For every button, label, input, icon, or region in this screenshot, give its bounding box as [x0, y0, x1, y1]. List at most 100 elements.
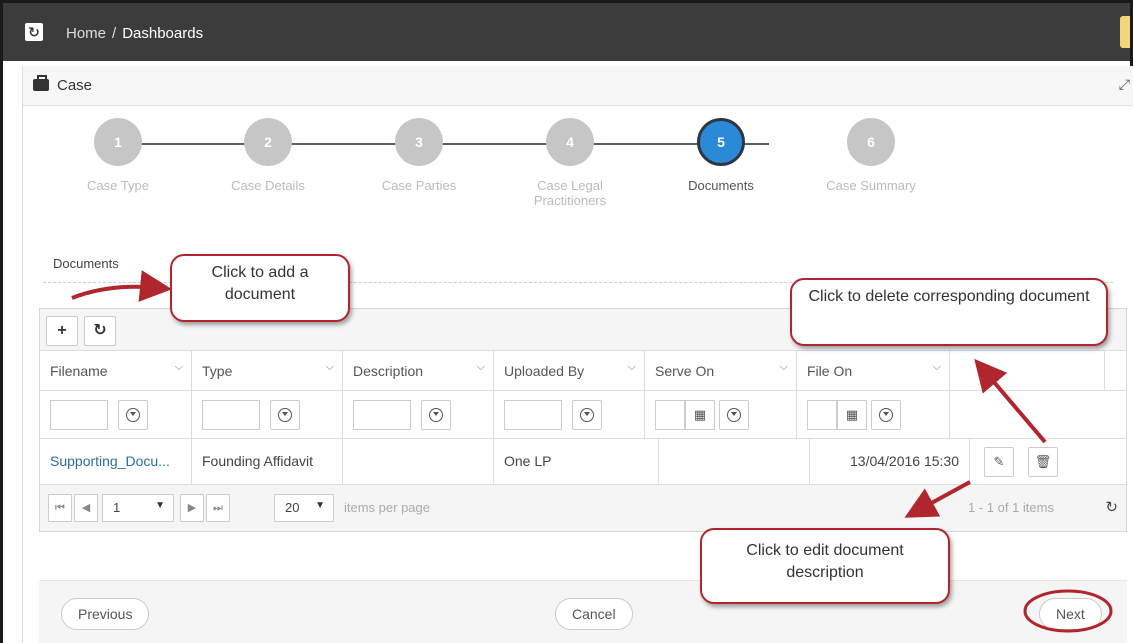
column-header-serve-on[interactable]: Serve On ⌵ — [645, 351, 797, 391]
chevron-down-icon[interactable]: ⌵ — [933, 361, 941, 374]
callout-text: Click to add a document — [211, 264, 309, 303]
step-label: Case Details — [231, 178, 305, 193]
column-header-label: Description — [353, 363, 424, 379]
column-header-label: Uploaded By — [504, 363, 585, 379]
cancel-button[interactable]: Cancel — [555, 598, 633, 630]
step-label: Case Legal Practitioners — [533, 178, 607, 208]
step-3[interactable]: 3 Case Parties — [344, 118, 494, 193]
next-page-icon[interactable]: ▶ — [180, 494, 204, 522]
serve-on-filter-input[interactable] — [655, 400, 685, 430]
description-filter-input[interactable] — [353, 400, 411, 430]
first-page-icon[interactable]: ⏮ — [48, 494, 72, 522]
filter-button[interactable] — [270, 400, 300, 430]
panel-header: Case ⤢ — [23, 66, 1133, 106]
column-header-label: File On — [807, 363, 853, 379]
filter-icon — [126, 408, 140, 422]
column-header-actions — [950, 351, 1105, 391]
filter-cell: ▦ — [797, 391, 950, 439]
step-1[interactable]: 1 Case Type — [43, 118, 193, 193]
table-row[interactable]: Supporting_Docu... Founding Affidavit On… — [40, 439, 1126, 485]
filter-button[interactable] — [118, 400, 148, 430]
edit-document-callout: Click to edit document description — [700, 528, 950, 604]
expand-icon[interactable]: ⤢ — [1119, 76, 1130, 93]
step-2[interactable]: 2 Case Details — [193, 118, 343, 193]
step-label: Case Summary — [826, 178, 916, 193]
filter-button[interactable] — [719, 400, 749, 430]
filter-cell — [192, 391, 343, 439]
file-on-filter-input[interactable] — [807, 400, 837, 430]
column-header-filename[interactable]: Filename ⌵ — [40, 351, 192, 391]
panel-title: Case — [57, 77, 93, 94]
step-number: 6 — [847, 118, 895, 166]
chevron-down-icon[interactable]: ⌵ — [780, 361, 788, 374]
step-4[interactable]: 4 Case Legal Practitioners — [495, 118, 645, 208]
trash-icon[interactable]: 🗑 — [1028, 447, 1058, 477]
column-header-file-on[interactable]: File On ⌵ — [797, 351, 950, 391]
filename-filter-input[interactable] — [50, 400, 108, 430]
chevron-down-icon[interactable]: ⌵ — [326, 361, 334, 374]
next-button[interactable]: Next — [1039, 598, 1102, 630]
type-cell: Founding Affidavit — [192, 439, 343, 485]
chevron-down-icon[interactable]: ⌵ — [628, 361, 636, 374]
add-document-callout: Click to add a document — [170, 254, 350, 322]
prev-page-icon[interactable]: ◀ — [74, 494, 98, 522]
uploaded-by-cell: One LP — [494, 439, 659, 485]
breadcrumb-separator: / — [112, 25, 117, 42]
delete-document-callout: Click to delete corresponding document — [790, 278, 1108, 346]
step-number: 1 — [94, 118, 142, 166]
callout-text: Click to edit document description — [746, 542, 904, 581]
refresh-grid-button[interactable]: ↻ — [84, 316, 116, 346]
step-label: Documents — [688, 178, 754, 193]
chevron-down-icon[interactable]: ⌵ — [477, 361, 485, 374]
top-bar: ↻ Home / Dashboards — [3, 3, 1130, 61]
reload-icon[interactable]: ↻ — [1105, 498, 1118, 516]
tab-documents[interactable]: Documents — [53, 256, 119, 271]
briefcase-icon — [33, 75, 49, 91]
calendar-icon[interactable]: ▦ — [837, 400, 867, 430]
column-header-uploaded-by[interactable]: Uploaded By ⌵ — [494, 351, 645, 391]
filter-button[interactable] — [871, 400, 901, 430]
serve-on-cell — [659, 439, 810, 485]
breadcrumb: Home / Dashboards — [66, 25, 203, 42]
grid-header-row: Filename ⌵ Type ⌵ Description ⌵ Uploaded By… — [40, 351, 1126, 391]
type-filter-input[interactable] — [202, 400, 260, 430]
last-page-icon[interactable]: ⏭ — [206, 494, 230, 522]
description-cell — [343, 439, 494, 485]
filter-icon — [278, 408, 292, 422]
grid-pager: ⏮ ◀ 1 ▼ ▶ ⏭ 20 ▼ items per page 1 - 1 of 1… — [40, 485, 1126, 531]
column-header-description[interactable]: Description ⌵ — [343, 351, 494, 391]
edit-icon[interactable]: ✎ — [984, 447, 1014, 477]
app-refresh-icon[interactable]: ↻ — [25, 23, 43, 41]
filter-icon — [727, 408, 741, 422]
add-document-button[interactable]: + — [46, 316, 78, 346]
step-5[interactable]: 5 Documents — [646, 118, 796, 193]
pager-summary: 1 - 1 of 1 items — [968, 500, 1054, 515]
page-size: 20 — [285, 500, 300, 515]
step-number: 4 — [546, 118, 594, 166]
filter-cell: ▦ — [645, 391, 797, 439]
calendar-icon[interactable]: ▦ — [685, 400, 715, 430]
page-size-select[interactable]: 20 ▼ — [274, 494, 334, 522]
column-header-type[interactable]: Type ⌵ — [192, 351, 343, 391]
filter-cell — [343, 391, 494, 439]
chevron-down-icon[interactable]: ⌵ — [175, 361, 183, 374]
previous-button[interactable]: Previous — [61, 598, 150, 630]
filename-cell[interactable]: Supporting_Docu... — [40, 439, 192, 485]
breadcrumb-home[interactable]: Home — [66, 25, 106, 42]
breadcrumb-current[interactable]: Dashboards — [122, 25, 203, 42]
step-6[interactable]: 6 Case Summary — [796, 118, 946, 193]
step-number: 3 — [395, 118, 443, 166]
items-per-page-label: items per page — [344, 500, 430, 515]
uploaded-by-filter-input[interactable] — [504, 400, 562, 430]
corner-button[interactable] — [1120, 16, 1130, 48]
column-header-label: Type — [202, 363, 233, 379]
chevron-down-icon: ▼ — [155, 500, 165, 511]
column-header-label: Serve On — [655, 363, 715, 379]
filter-button[interactable] — [421, 400, 451, 430]
page-select[interactable]: 1 ▼ — [102, 494, 174, 522]
filter-button[interactable] — [572, 400, 602, 430]
step-label: Case Parties — [381, 178, 457, 193]
callout-text: Click to delete corresponding document — [808, 288, 1090, 305]
chevron-down-icon: ▼ — [315, 500, 325, 511]
filter-cell — [494, 391, 645, 439]
